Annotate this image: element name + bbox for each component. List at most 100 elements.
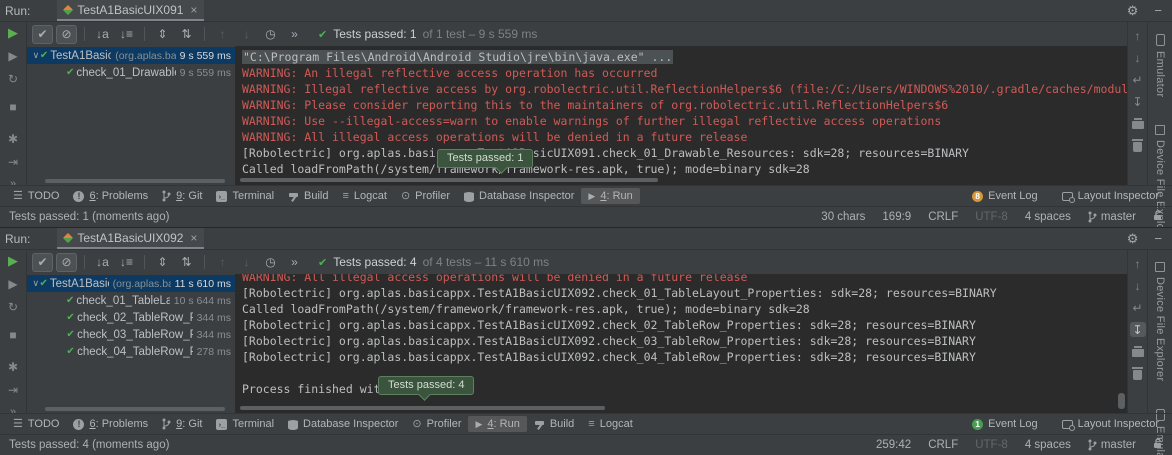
layout-inspector-button[interactable]: Layout Inspector xyxy=(1055,188,1166,204)
test-tree-row[interactable]: ✔ check_04_TableRow_Properties 278 ms xyxy=(27,343,235,360)
line-ending[interactable]: CRLF xyxy=(928,439,958,451)
scroll-to-end-icon[interactable]: ↧ xyxy=(1130,322,1146,337)
next-occurrence-icon[interactable]: ↓ xyxy=(236,253,257,272)
show-passed-toggle[interactable]: ✔ xyxy=(32,25,53,44)
test-history-icon[interactable]: ◷ xyxy=(260,253,281,272)
toolwindow-button-build[interactable]: Build xyxy=(527,416,581,432)
test-tree[interactable]: ∨ ✔ TestA1BasicUIX092 (org.aplas.basicap… xyxy=(27,274,235,413)
soft-wrap-icon[interactable]: ↵ xyxy=(1130,72,1146,87)
gear-icon[interactable]: ⚙ xyxy=(1127,4,1139,17)
previous-occurrence-icon[interactable]: ↑ xyxy=(212,25,233,44)
collapse-all-icon[interactable]: ⇅ xyxy=(176,25,197,44)
more-toolbar-chevron[interactable]: » xyxy=(284,253,305,272)
gear-icon[interactable]: ⚙ xyxy=(1127,232,1139,245)
test-tree-row[interactable]: ∨ ✔ TestA1BasicUIX092 (org.aplas.basicap… xyxy=(27,275,235,292)
side-tab-device-file-explorer[interactable]: Device File Explorer xyxy=(1154,262,1166,381)
hide-tool-window-icon[interactable]: − xyxy=(1154,232,1162,245)
line-ending[interactable]: CRLF xyxy=(928,211,958,223)
toolwindow-button-git[interactable]: 9: Git xyxy=(155,188,209,204)
layout-inspector-button[interactable]: Layout Inspector xyxy=(1055,416,1166,432)
expand-all-icon[interactable]: ⇕ xyxy=(152,253,173,272)
down-stack-trace-icon[interactable]: ↓ xyxy=(1130,278,1146,293)
collapse-all-icon[interactable]: ⇅ xyxy=(176,253,197,272)
up-stack-trace-icon[interactable]: ↑ xyxy=(1130,28,1146,43)
sort-alphabetically-icon[interactable]: ↓a xyxy=(92,25,113,44)
toolwindow-button-todo[interactable]: ☰TODO xyxy=(6,188,66,204)
close-icon[interactable]: × xyxy=(190,232,197,244)
print-icon[interactable] xyxy=(1130,344,1146,359)
show-ignored-toggle[interactable]: ⊘ xyxy=(56,25,77,44)
toolwindow-button-build[interactable]: Build xyxy=(281,188,335,204)
side-tab-emulator[interactable]: Emulator xyxy=(1154,34,1166,97)
test-tree-row[interactable]: ✔ check_03_TableRow_Properties 344 ms xyxy=(27,326,235,343)
toolwindow-button-profiler[interactable]: ⊙Profiler xyxy=(394,188,457,204)
toolwindow-button-terminal[interactable]: ›_Terminal xyxy=(209,188,281,204)
caret-position[interactable]: 259:42 xyxy=(876,439,911,451)
toolwindow-button-database-inspector[interactable]: Database Inspector xyxy=(457,188,581,204)
up-stack-trace-icon[interactable]: ↑ xyxy=(1130,256,1146,271)
clear-all-icon[interactable] xyxy=(1130,138,1146,153)
console-horizontal-scrollbar[interactable] xyxy=(240,406,605,410)
open-in-editor-icon[interactable]: ⇥ xyxy=(5,155,21,169)
rerun-failed-tests-icon[interactable]: ▶ xyxy=(5,277,21,291)
file-encoding[interactable]: UTF-8 xyxy=(975,439,1008,451)
down-stack-trace-icon[interactable]: ↓ xyxy=(1130,50,1146,65)
rerun-icon[interactable]: ▶ xyxy=(5,26,21,40)
console-output[interactable]: WARNING: All illegal access operations w… xyxy=(235,274,1127,413)
attach-debugger-icon[interactable]: ✱ xyxy=(5,360,21,374)
open-in-editor-icon[interactable]: ⇥ xyxy=(5,383,21,397)
indent-setting[interactable]: 4 spaces xyxy=(1025,439,1071,451)
rerun-icon[interactable]: ▶ xyxy=(5,254,21,268)
clear-all-icon[interactable] xyxy=(1130,366,1146,381)
toolwindow-button-run[interactable]: ▶4: Run xyxy=(581,188,639,204)
toolwindow-button-terminal[interactable]: ›_Terminal xyxy=(209,416,281,432)
caret-position[interactable]: 169:9 xyxy=(882,211,911,223)
toolwindow-button-logcat[interactable]: ≡Logcat xyxy=(581,416,639,432)
toolwindow-button-git[interactable]: 9: Git xyxy=(155,416,209,432)
file-encoding[interactable]: UTF-8 xyxy=(975,211,1008,223)
toggle-auto-test-icon[interactable]: ↻ xyxy=(5,300,21,314)
git-branch-widget[interactable]: master xyxy=(1088,211,1136,223)
sort-by-duration-icon[interactable]: ↓≡ xyxy=(116,25,137,44)
toolwindow-button-problems[interactable]: !6: Problems xyxy=(66,188,155,204)
toolwindow-button-todo[interactable]: ☰TODO xyxy=(6,416,66,432)
lock-icon[interactable] xyxy=(1153,210,1163,224)
previous-occurrence-icon[interactable]: ↑ xyxy=(212,253,233,272)
toolwindow-button-logcat[interactable]: ≡Logcat xyxy=(336,188,394,204)
rerun-failed-tests-icon[interactable]: ▶ xyxy=(5,49,21,63)
toolwindow-button-problems[interactable]: !6: Problems xyxy=(66,416,155,432)
test-tree[interactable]: ∨ ✔ TestA1BasicUIX091 (org.aplas.basicap… xyxy=(27,46,235,185)
stop-icon[interactable]: ■ xyxy=(5,100,21,114)
more-toolbar-chevron[interactable]: » xyxy=(284,25,305,44)
event-log-button[interactable]: 8Event Log xyxy=(965,188,1045,204)
sort-alphabetically-icon[interactable]: ↓a xyxy=(92,253,113,272)
soft-wrap-icon[interactable]: ↵ xyxy=(1130,300,1146,315)
close-icon[interactable]: × xyxy=(190,4,197,16)
console-vertical-scrollbar[interactable] xyxy=(1118,393,1125,409)
tree-horizontal-scrollbar[interactable] xyxy=(45,179,225,183)
run-config-tab[interactable]: TestA1BasicUIX091 × xyxy=(57,0,204,21)
event-log-button[interactable]: 1Event Log xyxy=(965,416,1045,432)
sort-by-duration-icon[interactable]: ↓≡ xyxy=(116,253,137,272)
show-ignored-toggle[interactable]: ⊘ xyxy=(56,253,77,272)
print-icon[interactable] xyxy=(1130,116,1146,131)
test-tree-row[interactable]: ∨ ✔ TestA1BasicUIX091 (org.aplas.basicap… xyxy=(27,47,235,64)
console-horizontal-scrollbar[interactable] xyxy=(240,178,658,182)
test-tree-row[interactable]: ✔ check_01_TableLayout_Properties 10 s 6… xyxy=(27,292,235,309)
show-passed-toggle[interactable]: ✔ xyxy=(32,253,53,272)
chevron-down-icon[interactable]: ∨ xyxy=(32,50,40,61)
git-branch-widget[interactable]: master xyxy=(1088,439,1136,451)
expand-all-icon[interactable]: ⇕ xyxy=(152,25,173,44)
hide-tool-window-icon[interactable]: − xyxy=(1154,4,1162,17)
stop-icon[interactable]: ■ xyxy=(5,328,21,342)
indent-setting[interactable]: 4 spaces xyxy=(1025,211,1071,223)
run-config-tab[interactable]: TestA1BasicUIX092 × xyxy=(57,228,204,249)
scroll-to-end-icon[interactable]: ↧ xyxy=(1130,94,1146,109)
toolwindow-button-run[interactable]: ▶4: Run xyxy=(468,416,526,432)
toggle-auto-test-icon[interactable]: ↻ xyxy=(5,72,21,86)
console-output[interactable]: "C:\Program Files\Android\Android Studio… xyxy=(235,46,1127,185)
test-tree-row[interactable]: ✔ check_01_Drawable_Resources 9 s 559 ms xyxy=(27,64,235,81)
test-history-icon[interactable]: ◷ xyxy=(260,25,281,44)
next-occurrence-icon[interactable]: ↓ xyxy=(236,25,257,44)
toolwindow-button-profiler[interactable]: ⊙Profiler xyxy=(405,416,468,432)
